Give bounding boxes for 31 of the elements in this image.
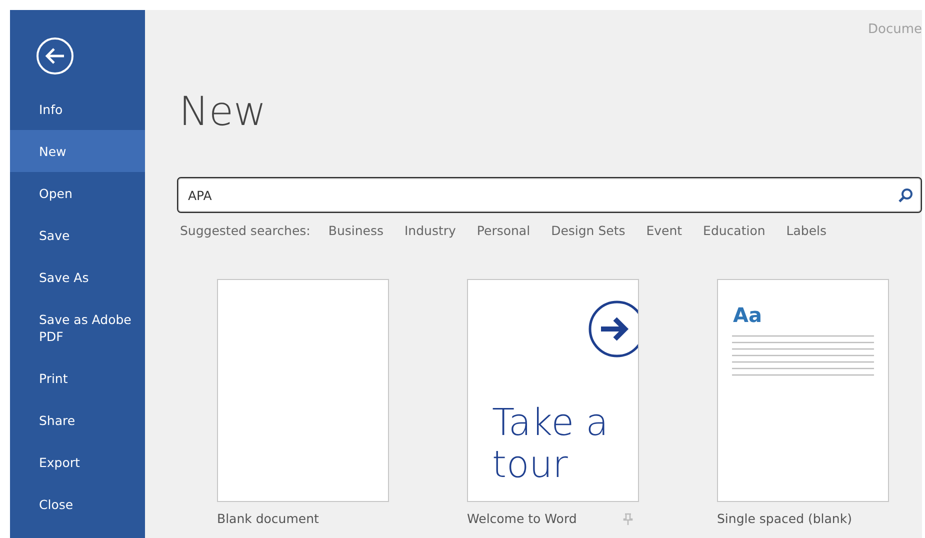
sidebar-item[interactable]: Save As xyxy=(10,256,145,298)
suggested-label: Suggested searches: xyxy=(180,223,310,238)
sidebar-item[interactable]: Info xyxy=(10,88,145,130)
thumbnail-text: Take a tour xyxy=(492,402,610,486)
sidebar-item[interactable]: Share xyxy=(10,399,145,441)
search-icon[interactable] xyxy=(898,188,913,202)
suggested-search-link[interactable]: Labels xyxy=(786,223,827,238)
template-name: Blank document xyxy=(217,511,320,526)
template-thumbnail[interactable]: Take a tour xyxy=(467,279,639,502)
suggested-search-link[interactable]: Industry xyxy=(404,223,456,238)
sidebar-item[interactable]: Close xyxy=(10,483,145,525)
template-thumbnail[interactable] xyxy=(217,279,389,502)
sidebar-item[interactable]: Export xyxy=(10,441,145,483)
sidebar-item[interactable]: Open xyxy=(10,172,145,214)
page-title: New xyxy=(179,88,266,137)
document-title: Docume xyxy=(868,22,922,37)
suggested-search-link[interactable]: Personal xyxy=(476,223,530,238)
sidebar-item[interactable]: Save xyxy=(10,214,145,256)
sidebar-item[interactable]: New xyxy=(10,130,145,172)
sidebar-item[interactable]: Save as Adobe PDF xyxy=(10,298,145,357)
sidebar-item[interactable]: Print xyxy=(10,357,145,399)
suggested-search-link[interactable]: Education xyxy=(703,223,766,238)
thumbnail-text: Aa xyxy=(733,303,762,327)
suggested-search-link[interactable]: Business xyxy=(328,223,384,238)
back-icon[interactable] xyxy=(36,37,74,75)
suggested-search-link[interactable]: Event xyxy=(646,223,682,238)
search-field[interactable]: APA xyxy=(177,177,922,213)
template-name: Single spaced (blank) xyxy=(717,511,853,526)
suggested-search-link[interactable]: Design Sets xyxy=(551,223,626,238)
template-thumbnail[interactable]: Aa xyxy=(717,279,889,502)
template-name: Welcome to Word xyxy=(467,511,578,526)
